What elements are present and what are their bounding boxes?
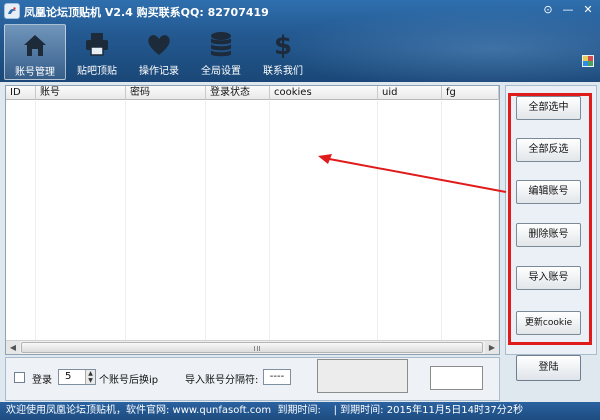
dollar-icon: $ [274, 31, 292, 59]
delete-account-button[interactable]: 删除账号 [516, 223, 581, 247]
nav-item-global-settings[interactable]: 全局设置 [190, 24, 252, 80]
nav-item-operation-log[interactable]: 操作记录 [128, 24, 190, 80]
status-bar: 欢迎使用凤凰论坛顶贴机，软件官网: www.qunfasoft.com 到期时间… [0, 402, 600, 420]
nav-item-tieba-top[interactable]: 贴吧顶贴 [66, 24, 128, 80]
nav-label: 账号管理 [15, 67, 55, 78]
column-divider [442, 101, 499, 341]
window-controls: ⊙ — ✕ [540, 3, 596, 17]
column-header-login-status[interactable]: 登录状态 [206, 86, 270, 100]
app-header: 凤凰论坛顶贴机 V2.4 购买联系QQ: 82707419 ⊙ — ✕ 账号管理… [0, 0, 600, 82]
stepper-up-icon[interactable]: ▲ [85, 370, 95, 377]
minimize-icon[interactable]: — [560, 3, 576, 17]
update-cookie-button[interactable]: 更新cookie [516, 311, 581, 335]
captcha-input[interactable] [430, 366, 483, 390]
ip-switch-label: 个账号后换ip [99, 375, 159, 386]
scroll-right-icon[interactable]: ▶ [485, 341, 499, 354]
login-button[interactable]: 登陆 [516, 355, 581, 381]
nav-label: 贴吧顶贴 [77, 66, 117, 77]
app-logo-icon [4, 3, 20, 19]
title-bar: 凤凰论坛顶贴机 V2.4 购买联系QQ: 82707419 ⊙ — ✕ [0, 0, 600, 22]
nav-item-account-manage[interactable]: 账号管理 [4, 24, 66, 80]
column-divider [270, 101, 378, 341]
captcha-image-box [317, 359, 408, 393]
column-header-account[interactable]: 账号 [36, 86, 126, 100]
status-expire-value: 2015年11月5日14时37分2秒 [386, 405, 524, 416]
column-header-password[interactable]: 密码 [126, 86, 206, 100]
annotation-arrow-icon [318, 154, 507, 193]
column-divider [36, 101, 126, 341]
nav-label: 全局设置 [201, 66, 241, 77]
windows-logo-icon [582, 55, 594, 67]
highlight-frame [508, 93, 592, 345]
account-table: ID 账号 密码 登录状态 cookies uid fg ◀ ▶ [5, 85, 500, 355]
svg-text:$: $ [274, 31, 292, 59]
column-header-cookies[interactable]: cookies [270, 86, 378, 100]
status-welcome: 欢迎使用凤凰论坛顶贴机，软件官网: www.qunfasoft.com [6, 405, 272, 416]
separator-input[interactable]: ---- [263, 369, 291, 385]
stepper-down-icon[interactable]: ▼ [85, 377, 95, 384]
status-expire-label-2: | 到期时间: [333, 405, 384, 416]
column-divider [206, 101, 270, 341]
printer-icon [86, 33, 108, 56]
scroll-left-icon[interactable]: ◀ [6, 341, 20, 354]
table-header: ID 账号 密码 登录状态 cookies uid fg [6, 86, 499, 100]
horizontal-scrollbar[interactable]: ◀ ▶ [6, 340, 499, 354]
status-expire-label: 到期时间: [277, 405, 321, 416]
login-checkbox-label: 登录 [32, 375, 52, 386]
nav-item-contact-us[interactable]: $ 联系我们 [252, 24, 314, 80]
column-divider [378, 101, 442, 341]
heart-icon [148, 35, 170, 55]
database-icon [211, 32, 231, 57]
table-body[interactable] [6, 101, 499, 341]
select-all-button[interactable]: 全部选中 [516, 96, 581, 120]
invert-selection-button[interactable]: 全部反选 [516, 138, 581, 162]
window-title: 凤凰论坛顶贴机 V2.4 购买联系QQ: 82707419 [24, 6, 269, 19]
main-nav: 账号管理 贴吧顶贴 操作记录 全局设置 $ 联系我们 [4, 24, 314, 80]
scroll-grip-icon [254, 346, 260, 351]
column-header-id[interactable]: ID [6, 86, 36, 100]
close-icon[interactable]: ✕ [580, 3, 596, 17]
column-header-fg[interactable]: fg [442, 86, 499, 100]
nav-label: 操作记录 [139, 66, 179, 77]
column-divider [126, 101, 206, 341]
stepper-value: 5 [65, 371, 72, 382]
import-account-button[interactable]: 导入账号 [516, 266, 581, 290]
separator-label: 导入账号分隔符: [185, 375, 259, 386]
nav-label: 联系我们 [263, 66, 303, 77]
home-icon [24, 35, 46, 56]
column-divider [6, 101, 36, 341]
login-checkbox[interactable] [14, 372, 25, 383]
edit-account-button[interactable]: 编辑账号 [516, 180, 581, 204]
scroll-thumb[interactable] [21, 342, 483, 353]
column-header-uid[interactable]: uid [378, 86, 442, 100]
skin-icon[interactable]: ⊙ [540, 3, 556, 17]
ip-switch-count-stepper[interactable]: 5 ▲ ▼ [58, 369, 96, 385]
